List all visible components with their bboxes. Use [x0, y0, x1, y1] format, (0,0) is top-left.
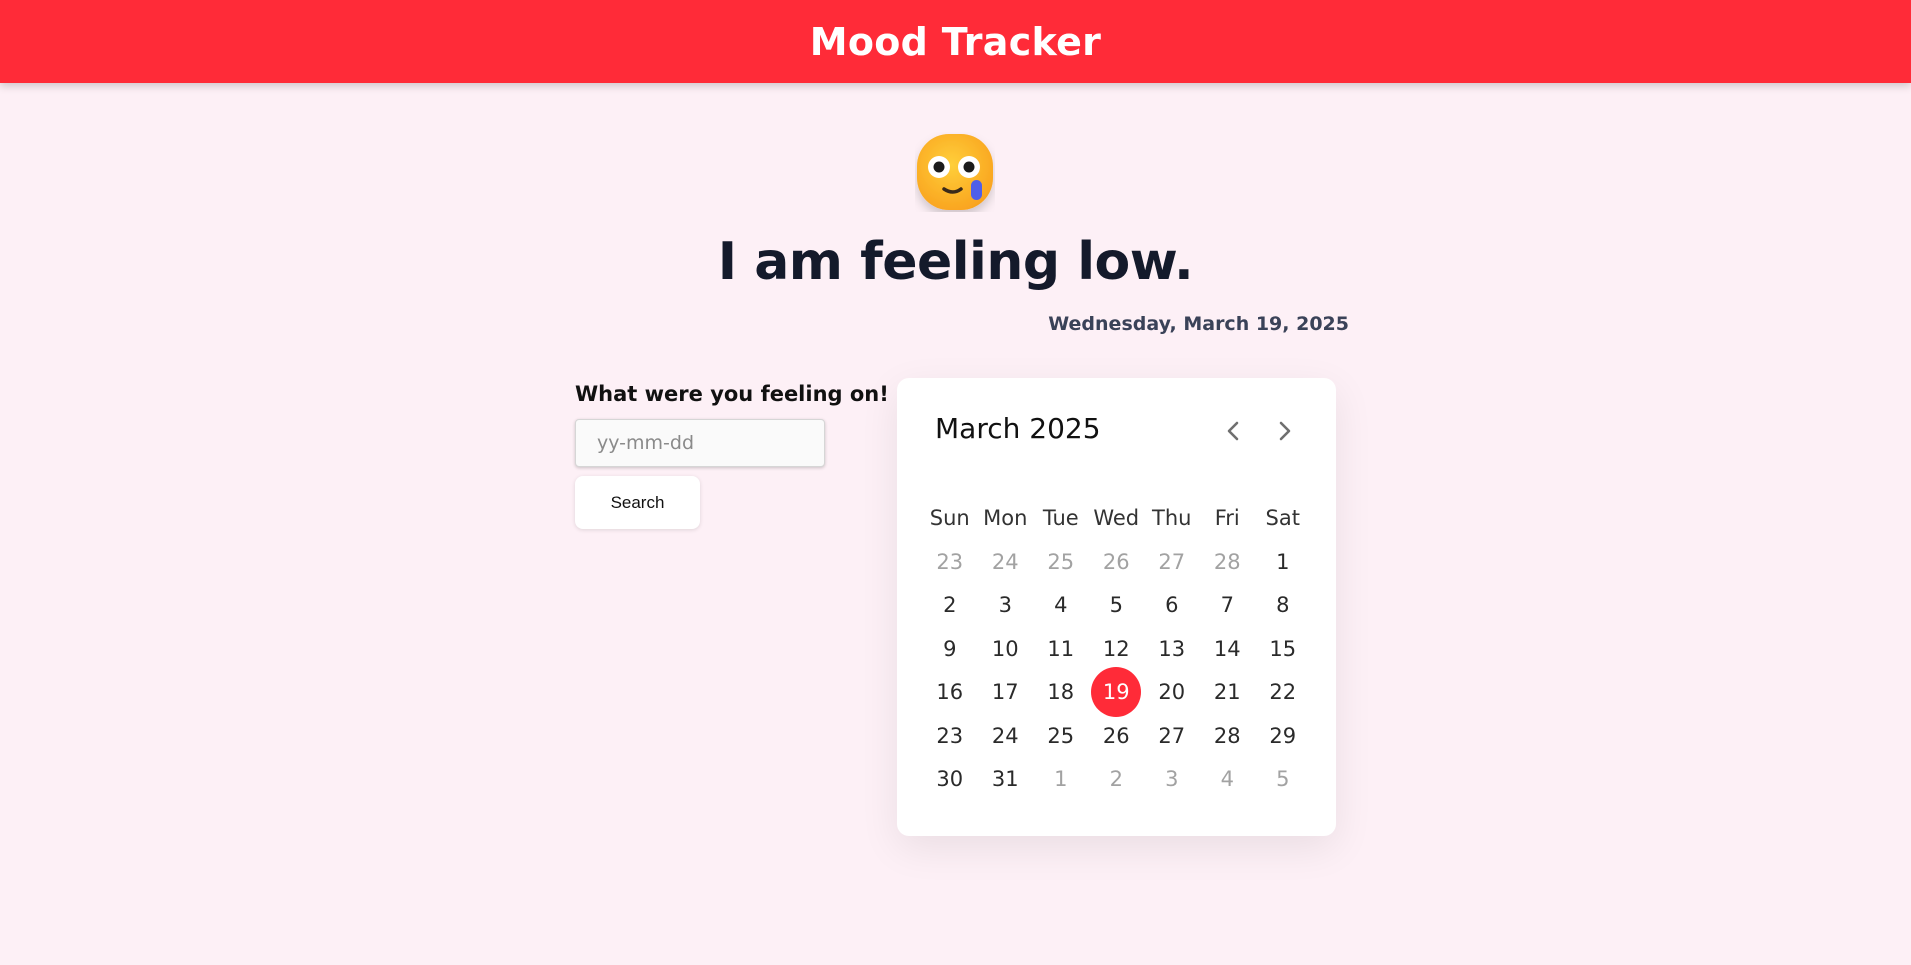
calendar-week-row: 23 24 25 26 27 28 1	[922, 540, 1311, 584]
weekday-label: Tue	[1042, 506, 1079, 530]
calendar-day[interactable]: 24	[978, 714, 1034, 758]
chevron-left-icon	[1227, 421, 1239, 441]
calendar-week-row: 30 31 1 2 3 4 5	[922, 758, 1311, 802]
selected-day-label: 19	[1091, 667, 1142, 718]
current-date: Wednesday, March 19, 2025	[1048, 313, 1349, 335]
calendar-day[interactable]: 20	[1144, 671, 1200, 715]
calendar-day[interactable]: 28	[1200, 540, 1256, 584]
weekday-header-row: Sun Mon Tue Wed Thu Fri Sat	[922, 496, 1311, 540]
next-month-button[interactable]	[1267, 414, 1301, 448]
calendar-day[interactable]: 30	[922, 758, 978, 802]
calendar-day[interactable]: 11	[1033, 627, 1089, 671]
search-label: What were you feeling on!	[575, 382, 889, 406]
calendar-day[interactable]: 15	[1255, 627, 1311, 671]
calendar-day[interactable]: 4	[1033, 584, 1089, 628]
calendar-grid: Sun Mon Tue Wed Thu Fri Sat 23 24 25 26 …	[922, 496, 1311, 801]
calendar-popup: March 2025 Sun Mon Tue Wed Thu Fri Sat 2…	[897, 378, 1336, 836]
calendar-day[interactable]: 2	[922, 584, 978, 628]
calendar-day[interactable]: 21	[1200, 671, 1256, 715]
calendar-day[interactable]: 25	[1033, 540, 1089, 584]
calendar-week-row: 16 17 18 19 20 21 22	[922, 667, 1311, 718]
calendar-day[interactable]: 17	[978, 671, 1034, 715]
calendar-month-title: March 2025	[935, 412, 1101, 445]
calendar-day[interactable]: 25	[1033, 714, 1089, 758]
weekday-label: Wed	[1093, 506, 1140, 530]
calendar-day[interactable]: 31	[978, 758, 1034, 802]
calendar-day[interactable]: 9	[922, 627, 978, 671]
calendar-day[interactable]: 27	[1144, 540, 1200, 584]
mood-heading: I am feeling low.	[717, 232, 1194, 292]
calendar-day[interactable]: 3	[978, 584, 1034, 628]
calendar-day[interactable]: 1	[1033, 758, 1089, 802]
calendar-day[interactable]: 1	[1255, 540, 1311, 584]
weekday-label: Mon	[983, 506, 1028, 530]
face-holding-back-tears-icon	[917, 134, 993, 210]
calendar-week-row: 9 10 11 12 13 14 15	[922, 627, 1311, 671]
calendar-day[interactable]: 4	[1200, 758, 1256, 802]
calendar-day[interactable]: 3	[1144, 758, 1200, 802]
calendar-day[interactable]: 7	[1200, 584, 1256, 628]
calendar-day[interactable]: 2	[1089, 758, 1145, 802]
calendar-day[interactable]: 13	[1144, 627, 1200, 671]
app-header: Mood Tracker	[0, 0, 1911, 83]
date-search-input[interactable]	[575, 419, 825, 467]
weekday-label: Sun	[929, 506, 970, 530]
calendar-day[interactable]: 5	[1089, 584, 1145, 628]
calendar-day-selected[interactable]: 19	[1089, 667, 1145, 718]
calendar-day[interactable]: 8	[1255, 584, 1311, 628]
app-title: Mood Tracker	[809, 19, 1102, 64]
calendar-day[interactable]: 22	[1255, 671, 1311, 715]
calendar-week-row: 2 3 4 5 6 7 8	[922, 584, 1311, 628]
search-button[interactable]: Search	[575, 476, 700, 529]
calendar-day[interactable]: 28	[1200, 714, 1256, 758]
calendar-day[interactable]: 5	[1255, 758, 1311, 802]
calendar-day[interactable]: 27	[1144, 714, 1200, 758]
calendar-week-row: 23 24 25 26 27 28 29	[922, 714, 1311, 758]
calendar-day[interactable]: 24	[978, 540, 1034, 584]
calendar-day[interactable]: 23	[922, 540, 978, 584]
calendar-day[interactable]: 6	[1144, 584, 1200, 628]
calendar-day[interactable]: 10	[978, 627, 1034, 671]
calendar-day[interactable]: 12	[1089, 627, 1145, 671]
weekday-label: Fri	[1214, 506, 1240, 530]
calendar-day[interactable]: 23	[922, 714, 978, 758]
calendar-day[interactable]: 14	[1200, 627, 1256, 671]
weekday-label: Sat	[1265, 506, 1300, 530]
calendar-day[interactable]: 26	[1089, 540, 1145, 584]
calendar-day[interactable]: 26	[1089, 714, 1145, 758]
calendar-day[interactable]: 16	[922, 671, 978, 715]
chevron-right-icon	[1279, 421, 1291, 441]
calendar-day[interactable]: 18	[1033, 671, 1089, 715]
weekday-label: Thu	[1152, 506, 1192, 530]
calendar-day[interactable]: 29	[1255, 714, 1311, 758]
prev-month-button[interactable]	[1217, 414, 1251, 448]
